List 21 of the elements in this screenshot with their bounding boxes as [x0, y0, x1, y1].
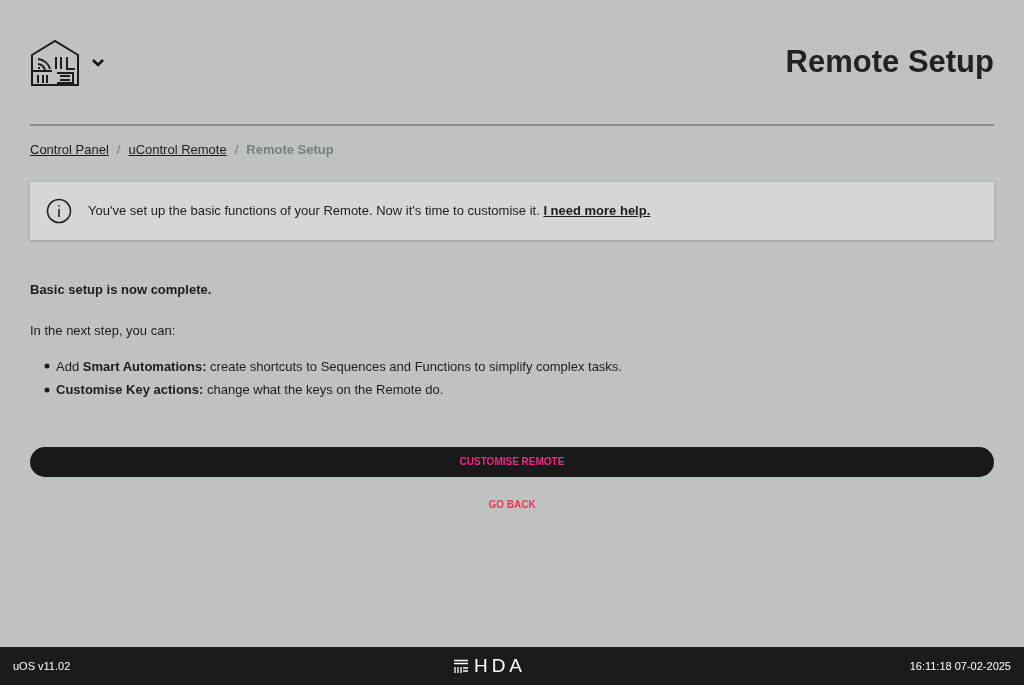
- bullet-icon: [44, 386, 50, 393]
- brand-logo-icon: [453, 659, 468, 673]
- info-icon: [46, 197, 72, 224]
- brand-name: HDA: [473, 653, 527, 678]
- bullet-icon: [44, 363, 50, 370]
- section-heading: Basic setup is now complete.: [30, 280, 213, 299]
- page-title: Remote Setup: [785, 43, 994, 82]
- chevron-down-icon[interactable]: [92, 58, 104, 67]
- bullet-text: Add Smart Automations: create shortcuts to Sequences and Functions to simplify complex tasks.: [56, 357, 622, 376]
- help-link[interactable]: I need more help.: [543, 202, 651, 218]
- breadcrumb-link[interactable]: uControl Remote: [128, 140, 227, 160]
- breadcrumb-separator: /: [116, 141, 121, 159]
- breadcrumb-separator: /: [234, 141, 239, 159]
- version-label: uOS v11.02: [13, 658, 71, 674]
- customise-remote-button[interactable]: CUSTOMISE REMOTE: [30, 446, 994, 477]
- home-logo-icon[interactable]: [30, 38, 80, 87]
- info-message: You've set up the basic functions of your Remote. Now it's time to customise it. I need more help.: [88, 201, 651, 220]
- intro-text: In the next step, you can:: [30, 322, 177, 340]
- breadcrumb-link[interactable]: Control Panel: [30, 140, 109, 160]
- date-time: 16:11:18 07-02-2025: [909, 658, 1011, 674]
- bullet-text: Customise Key actions: change what the keys on the Remote do.: [56, 381, 444, 399]
